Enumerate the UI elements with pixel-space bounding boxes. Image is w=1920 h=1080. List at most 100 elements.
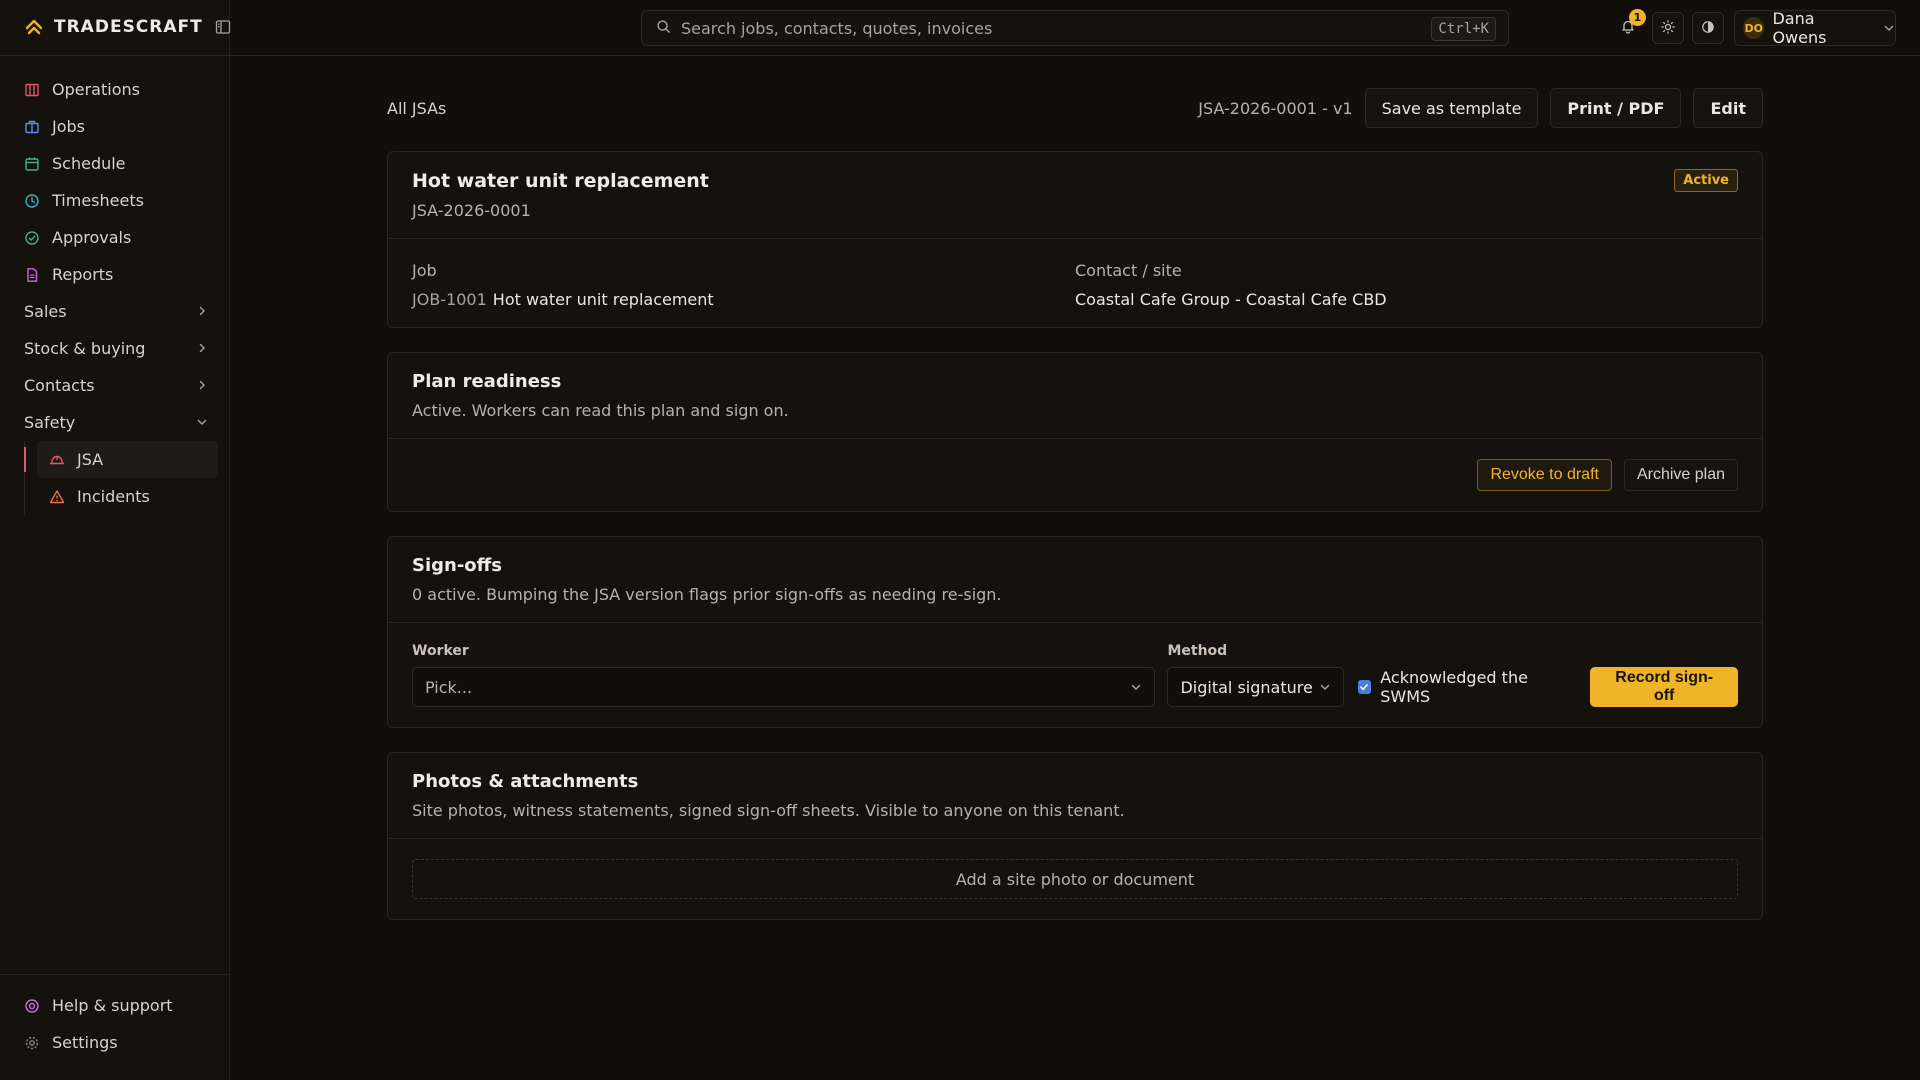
sidebar-item-settings[interactable]: Settings (12, 1024, 217, 1061)
gear-icon (24, 1035, 40, 1051)
sidebar-item-reports[interactable]: Reports (12, 256, 218, 293)
contrast-toggle-button[interactable] (1692, 12, 1724, 44)
worker-field-group: Worker Pick... (412, 643, 1156, 707)
job-value[interactable]: JOB-1001 Hot water unit replacement (412, 290, 1075, 309)
method-select[interactable]: Digital signature (1167, 667, 1344, 707)
sidebar-item-label: Schedule (52, 154, 126, 173)
user-menu[interactable]: DO Dana Owens (1734, 9, 1896, 47)
edit-button[interactable]: Edit (1693, 88, 1763, 128)
sidebar-item-label: JSA (77, 450, 104, 469)
sidebar-item-label: Settings (52, 1033, 118, 1052)
sidebar: TRADESCRAFT Operations Jobs Schedule Tim… (0, 0, 230, 1080)
sidebar-item-jobs[interactable]: Jobs (12, 108, 218, 145)
jsa-summary-card: Hot water unit replacement JSA-2026-0001… (387, 151, 1763, 328)
save-as-template-button[interactable]: Save as template (1364, 88, 1539, 128)
sidebar-item-operations[interactable]: Operations (12, 71, 218, 108)
print-pdf-button[interactable]: Print / PDF (1550, 88, 1682, 128)
contact-value[interactable]: Coastal Cafe Group - Coastal Cafe CBD (1075, 290, 1738, 309)
sidebar-group-label: Sales (24, 302, 67, 321)
revoke-to-draft-button[interactable]: Revoke to draft (1477, 459, 1612, 491)
safety-subnav: JSA Incidents (24, 441, 218, 515)
search-input[interactable]: Search jobs, contacts, quotes, invoices (681, 19, 992, 38)
sidebar-item-jsa[interactable]: JSA (24, 441, 218, 478)
clock-icon (24, 193, 40, 209)
search-icon (656, 19, 671, 38)
sidebar-item-label: Timesheets (52, 191, 144, 210)
worker-label: Worker (412, 643, 469, 659)
archive-plan-button[interactable]: Archive plan (1623, 459, 1738, 491)
operations-icon (24, 82, 40, 98)
sidebar-item-label: Operations (52, 80, 140, 99)
chevron-down-icon (1130, 678, 1142, 697)
jobs-icon (24, 119, 40, 135)
sidebar-group-label: Contacts (24, 376, 95, 395)
brand-name: TRADESCRAFT (54, 17, 203, 37)
acknowledge-swms-checkbox[interactable]: Acknowledged the SWMS (1356, 667, 1579, 707)
chevron-right-icon (196, 376, 208, 395)
sidebar-item-incidents[interactable]: Incidents (37, 478, 218, 515)
attachments-title: Photos & attachments (412, 771, 639, 792)
search-shortcut: Ctrl+K (1431, 17, 1496, 41)
contact-meta: Contact / site Coastal Cafe Group - Coas… (1075, 261, 1738, 309)
page-header: All JSAs JSA-2026-0001 - v1 Save as temp… (387, 87, 1763, 129)
sidebar-group-contacts[interactable]: Contacts (12, 367, 218, 404)
sidebar-group-sales[interactable]: Sales (12, 293, 218, 330)
document-icon (24, 267, 40, 283)
contact-label: Contact / site (1075, 261, 1182, 280)
jsa-summary-header: Hot water unit replacement JSA-2026-0001… (388, 152, 1762, 239)
jsa-title: Hot water unit replacement (412, 170, 709, 192)
user-name: Dana Owens (1772, 9, 1827, 47)
chevron-right-icon (196, 302, 208, 321)
acknowledge-swms-label: Acknowledged the SWMS (1380, 668, 1528, 706)
status-badge: Active (1674, 169, 1738, 192)
breadcrumb-all-jsas[interactable]: All JSAs (387, 99, 446, 118)
sidebar-toggle-icon[interactable] (215, 19, 231, 35)
calendar-icon (24, 156, 40, 172)
plan-readiness-subtitle: Active. Workers can read this plan and s… (412, 401, 789, 420)
hardhat-icon (49, 452, 65, 468)
method-label: Method (1167, 643, 1228, 659)
document-version: JSA-2026-0001 - v1 (1198, 98, 1353, 118)
sidebar-item-timesheets[interactable]: Timesheets (12, 182, 218, 219)
attachments-header: Photos & attachments Site photos, witnes… (388, 753, 1762, 839)
method-select-value: Digital signature (1180, 677, 1313, 697)
method-field-group: Method Digital signature (1167, 643, 1344, 707)
add-attachment-dropzone[interactable]: Add a site photo or document (412, 859, 1738, 899)
sidebar-item-help[interactable]: Help & support (12, 987, 217, 1024)
checkbox-checked-icon[interactable] (1357, 680, 1372, 694)
tradescraft-logo-icon (24, 17, 44, 37)
warning-icon (49, 489, 65, 505)
avatar: DO (1743, 17, 1765, 39)
plan-readiness-card: Plan readiness Active. Workers can read … (387, 352, 1763, 512)
sidebar-item-label: Reports (52, 265, 114, 284)
chevron-down-icon (1319, 678, 1331, 697)
job-label: Job (412, 261, 437, 280)
record-sign-off-button[interactable]: Record sign-off (1590, 667, 1738, 707)
jsa-id: JSA-2026-0001 (412, 201, 531, 220)
theme-toggle-button[interactable] (1652, 12, 1684, 44)
attachments-card: Photos & attachments Site photos, witnes… (387, 752, 1763, 920)
sidebar-item-label: Help & support (52, 996, 173, 1015)
global-search[interactable]: Search jobs, contacts, quotes, invoices … (641, 10, 1509, 46)
sidebar-bottom: Help & support Settings (0, 974, 229, 1061)
brand[interactable]: TRADESCRAFT (24, 14, 231, 40)
sidebar-group-stock-buying[interactable]: Stock & buying (12, 330, 218, 367)
sidebar-item-label: Jobs (52, 117, 85, 136)
sidebar-item-schedule[interactable]: Schedule (12, 145, 218, 182)
page-actions: JSA-2026-0001 - v1 Save as template Prin… (1198, 87, 1763, 129)
worker-select[interactable]: Pick... (412, 667, 1156, 707)
plan-readiness-header: Plan readiness Active. Workers can read … (388, 353, 1762, 439)
chevron-down-icon (1883, 19, 1895, 38)
sign-offs-card: Sign-offs 0 active. Bumping the JSA vers… (387, 536, 1763, 728)
sidebar-item-approvals[interactable]: Approvals (12, 219, 218, 256)
sidebar-group-label: Safety (24, 413, 76, 432)
main-nav: Operations Jobs Schedule Timesheets Appr… (12, 71, 218, 515)
job-code: JOB-1001 (412, 290, 487, 309)
sidebar-group-safety[interactable]: Safety (12, 404, 218, 441)
chevron-right-icon (196, 339, 208, 358)
main-content: All JSAs JSA-2026-0001 - v1 Save as temp… (387, 87, 1763, 920)
sign-offs-subtitle: 0 active. Bumping the JSA version flags … (412, 585, 1002, 604)
job-meta: Job JOB-1001 Hot water unit replacement (412, 261, 1075, 309)
contrast-icon (1701, 19, 1715, 38)
worker-select-value: Pick... (425, 677, 473, 697)
